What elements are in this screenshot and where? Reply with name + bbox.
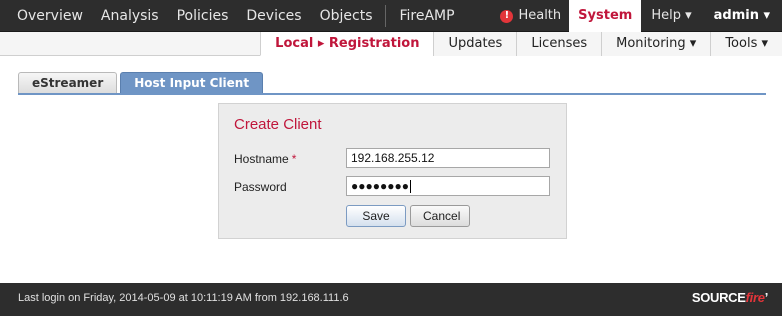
save-button[interactable]: Save <box>346 205 406 227</box>
nav-policies[interactable]: Policies <box>168 0 238 32</box>
nav-objects[interactable]: Objects <box>311 0 382 32</box>
alert-icon: ! <box>500 9 514 23</box>
help-menu[interactable]: Help ▾ <box>641 0 701 32</box>
utility-nav: ! Health System Help ▾ admin ▾ <box>492 0 782 32</box>
subnav-licenses[interactable]: Licenses <box>516 32 602 56</box>
password-dots: ●●●●●●●● <box>351 179 409 193</box>
tab-estreamer[interactable]: eStreamer <box>18 72 118 94</box>
health-menu[interactable]: ! Health <box>492 0 569 32</box>
required-marker: * <box>291 152 297 166</box>
last-login-text: Last login on Friday, 2014-05-09 at 10:1… <box>18 292 349 304</box>
logo-accent-text: fire <box>745 290 765 305</box>
hostname-input[interactable]: 192.168.255.12 <box>346 148 550 168</box>
hostname-label: Hostname * <box>234 152 296 166</box>
user-menu[interactable]: admin ▾ <box>702 0 782 32</box>
tab-strip: eStreamer Host Input Client <box>18 72 266 94</box>
password-label: Password <box>234 180 287 194</box>
tab-host-input-client[interactable]: Host Input Client <box>120 72 264 94</box>
nav-fireamp[interactable]: FireAMP <box>390 0 463 32</box>
subnav-local-registration[interactable]: Local ▸ Registration <box>260 32 434 56</box>
password-input[interactable]: ●●●●●●●● <box>346 176 550 196</box>
top-nav-bar: Overview Analysis Policies Devices Objec… <box>0 0 782 32</box>
sub-nav: Local ▸ Registration Updates Licenses Mo… <box>260 32 782 56</box>
sub-nav-bar: Local ▸ Registration Updates Licenses Mo… <box>0 32 782 56</box>
subnav-monitoring[interactable]: Monitoring ▾ <box>601 32 711 56</box>
logo-mark: ’ <box>764 290 769 305</box>
cancel-button[interactable]: Cancel <box>410 205 470 227</box>
footer-bar: Last login on Friday, 2014-05-09 at 10:1… <box>0 283 782 316</box>
panel-title: Create Client <box>234 116 322 133</box>
nav-overview[interactable]: Overview <box>8 0 92 32</box>
create-client-panel: Create Client Hostname * 192.168.255.12 P… <box>218 103 567 239</box>
nav-analysis[interactable]: Analysis <box>92 0 168 32</box>
sourcefire-logo: SOURCEfire’ <box>691 290 769 305</box>
tab-underline <box>18 93 766 95</box>
text-caret <box>409 180 411 194</box>
subnav-tools[interactable]: Tools ▾ <box>710 32 782 56</box>
nav-devices[interactable]: Devices <box>237 0 310 32</box>
nav-divider <box>385 5 387 27</box>
hostname-label-text: Hostname <box>234 152 289 166</box>
logo-main-text: SOURCE <box>691 290 746 305</box>
main-nav: Overview Analysis Policies Devices Objec… <box>8 0 464 32</box>
subnav-updates[interactable]: Updates <box>433 32 517 56</box>
system-menu[interactable]: System <box>569 0 642 32</box>
health-label: Health <box>518 8 562 23</box>
